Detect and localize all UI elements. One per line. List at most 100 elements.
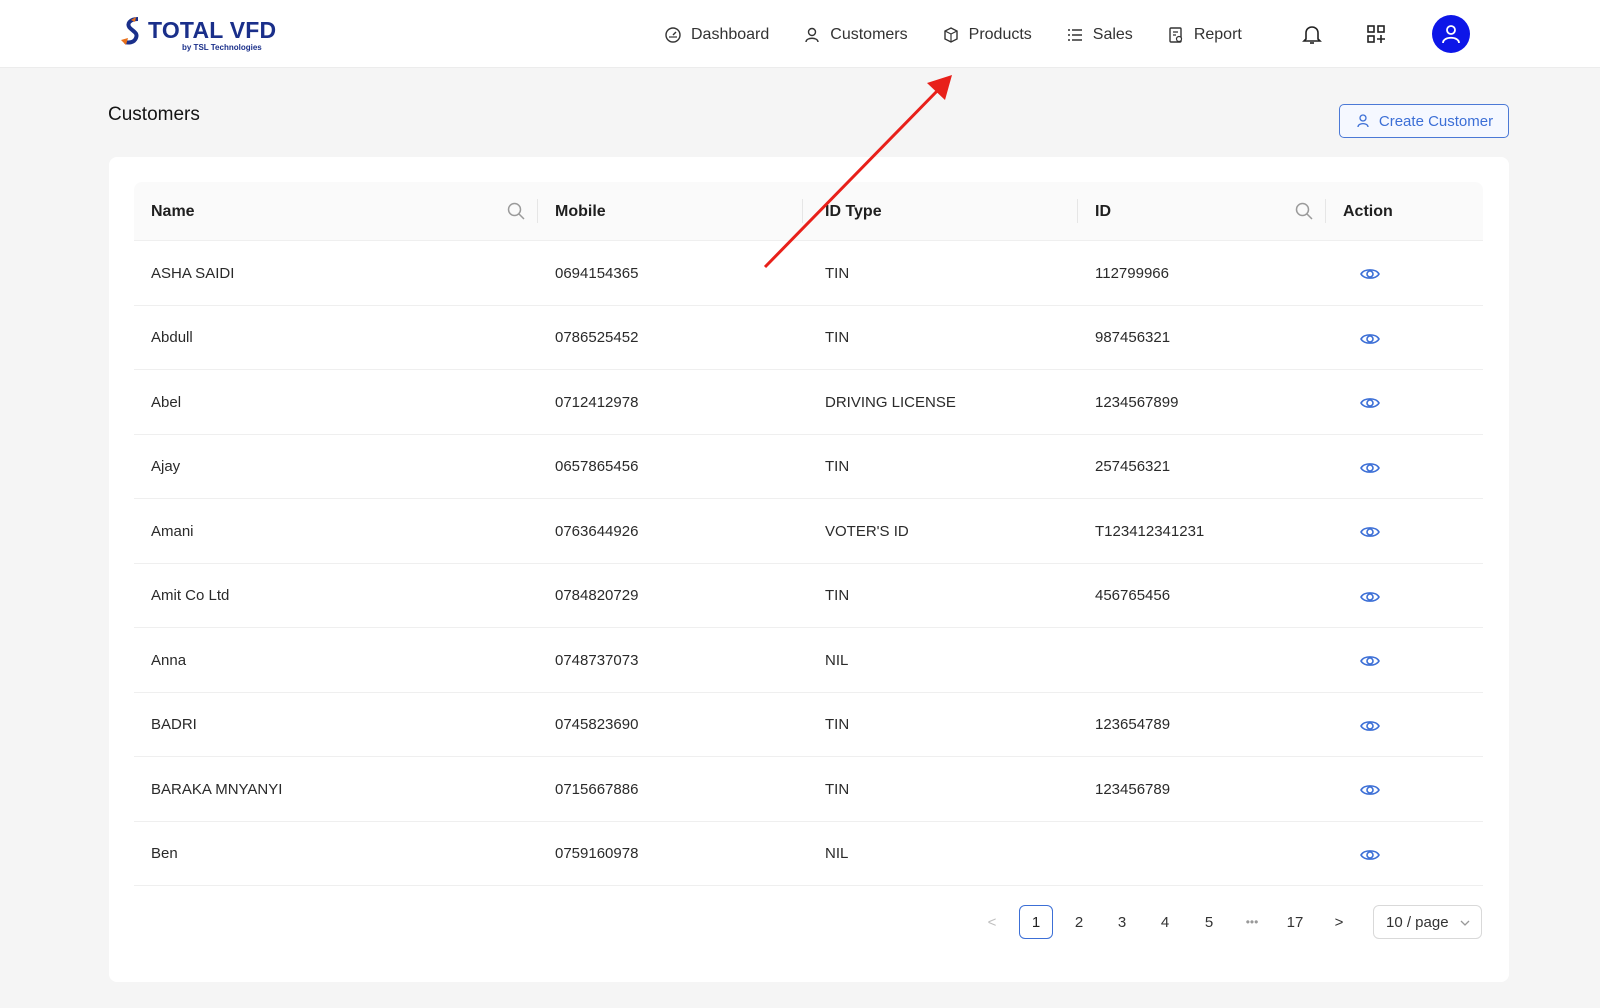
cell-name: Abel bbox=[151, 393, 182, 411]
cell-id-type: TIN bbox=[825, 264, 850, 282]
cell-name: BARAKA MNYANYI bbox=[151, 780, 283, 798]
table-row: Abdull 0786525452 TIN 987456321 bbox=[134, 306, 1483, 370]
cell-mobile: 0715667886 bbox=[555, 780, 639, 798]
cell-id-type: TIN bbox=[825, 780, 850, 798]
id-search-icon[interactable] bbox=[1294, 201, 1314, 221]
page-5[interactable]: 5 bbox=[1192, 905, 1226, 939]
eye-icon[interactable] bbox=[1359, 844, 1381, 866]
cell-name: Abdull bbox=[151, 329, 193, 346]
nav-dashboard[interactable]: Dashboard bbox=[664, 26, 769, 44]
report-icon bbox=[1167, 26, 1185, 44]
column-header-action: Action bbox=[1343, 202, 1393, 220]
table-row: Abel 0712412978 DRIVING LICENSE 12345678… bbox=[134, 370, 1483, 435]
table-row: Amani 0763644926 VOTER'S ID T12341234123… bbox=[134, 499, 1483, 564]
nav-report[interactable]: Report bbox=[1167, 26, 1242, 44]
page-1[interactable]: 1 bbox=[1019, 905, 1053, 939]
cell-id: 112799966 bbox=[1095, 264, 1169, 282]
chevron-down-icon bbox=[1459, 916, 1471, 928]
cell-id-type: TIN bbox=[825, 329, 850, 346]
cell-id-type: TIN bbox=[825, 587, 850, 604]
cell-name: ASHA SAIDI bbox=[151, 264, 235, 282]
eye-icon[interactable] bbox=[1359, 263, 1381, 285]
eye-icon[interactable] bbox=[1359, 521, 1381, 543]
cell-mobile: 0763644926 bbox=[555, 522, 639, 540]
cell-id: 987456321 bbox=[1095, 329, 1171, 346]
pagination-prev[interactable]: < bbox=[975, 905, 1009, 939]
eye-icon[interactable] bbox=[1359, 715, 1381, 737]
cell-mobile: 0712412978 bbox=[555, 393, 639, 411]
cell-id: 1234567899 bbox=[1095, 393, 1179, 411]
page-size-value: 10 / page bbox=[1386, 913, 1449, 931]
user-avatar[interactable] bbox=[1432, 15, 1470, 53]
cell-mobile: 0745823690 bbox=[555, 716, 639, 733]
bell-icon[interactable] bbox=[1300, 22, 1324, 46]
customers-table: Name Mobile ID Type ID Action ASHA SAIDI… bbox=[134, 182, 1483, 886]
column-header-name[interactable]: Name bbox=[151, 182, 195, 241]
cell-name: Amani bbox=[151, 522, 194, 540]
top-header: TOTAL VFD by TSL Technologies Dashboard … bbox=[0, 0, 1600, 68]
page-4[interactable]: 4 bbox=[1148, 905, 1182, 939]
cell-mobile: 0786525452 bbox=[555, 329, 639, 346]
page-size-select[interactable]: 10 / page bbox=[1373, 905, 1482, 939]
box-icon bbox=[942, 26, 960, 44]
column-divider bbox=[537, 199, 538, 223]
cell-name: Ajay bbox=[151, 458, 181, 475]
pagination-next[interactable]: > bbox=[1322, 905, 1356, 939]
eye-icon[interactable] bbox=[1359, 650, 1381, 672]
customers-card: Name Mobile ID Type ID Action ASHA SAIDI… bbox=[109, 157, 1509, 982]
table-row: ASHA SAIDI 0694154365 TIN 112799966 bbox=[134, 241, 1483, 306]
cell-id: 123654789 bbox=[1095, 716, 1171, 733]
table-row: Ben 0759160978 NIL bbox=[134, 822, 1483, 886]
pagination: < 1 2 3 4 5 ••• 17 > 10 / page bbox=[109, 905, 1483, 939]
page-3[interactable]: 3 bbox=[1105, 905, 1139, 939]
name-search-icon[interactable] bbox=[506, 201, 526, 221]
table-row: Amit Co Ltd 0784820729 TIN 456765456 bbox=[134, 564, 1483, 628]
eye-icon[interactable] bbox=[1359, 392, 1381, 414]
create-customer-button[interactable]: Create Customer bbox=[1339, 104, 1509, 138]
user-avatar-icon bbox=[1440, 23, 1462, 45]
main-nav: Dashboard Customers Products Sales Repor… bbox=[664, 22, 1276, 48]
page-title: Customers bbox=[108, 104, 200, 125]
cell-mobile: 0694154365 bbox=[555, 264, 639, 282]
logo-icon bbox=[120, 16, 146, 48]
page-17[interactable]: 17 bbox=[1278, 905, 1312, 939]
brand-logo[interactable]: TOTAL VFD by TSL Technologies bbox=[120, 14, 280, 54]
column-header-mobile[interactable]: Mobile bbox=[555, 182, 606, 241]
eye-icon[interactable] bbox=[1359, 586, 1381, 608]
list-icon bbox=[1066, 26, 1084, 44]
eye-icon[interactable] bbox=[1359, 779, 1381, 801]
brand-subtitle: by TSL Technologies bbox=[182, 43, 262, 52]
pagination-ellipsis[interactable]: ••• bbox=[1235, 905, 1269, 939]
cell-id-type: VOTER'S ID bbox=[825, 522, 909, 540]
nav-customers[interactable]: Customers bbox=[803, 26, 908, 44]
nav-customers-label: Customers bbox=[830, 26, 908, 43]
table-body: ASHA SAIDI 0694154365 TIN 112799966 Abdu… bbox=[134, 241, 1483, 886]
table-row: Anna 0748737073 NIL bbox=[134, 628, 1483, 693]
eye-icon[interactable] bbox=[1359, 328, 1381, 350]
nav-sales-label: Sales bbox=[1092, 26, 1133, 43]
table-row: Ajay 0657865456 TIN 257456321 bbox=[134, 435, 1483, 499]
cell-id: T123412341231 bbox=[1095, 522, 1205, 540]
column-divider bbox=[1077, 199, 1078, 223]
nav-dashboard-label: Dashboard bbox=[691, 26, 770, 43]
nav-sales[interactable]: Sales bbox=[1066, 26, 1133, 44]
nav-products[interactable]: Products bbox=[942, 26, 1032, 44]
cell-mobile: 0759160978 bbox=[555, 845, 639, 862]
column-header-id[interactable]: ID bbox=[1095, 182, 1111, 241]
cell-name: Anna bbox=[151, 651, 187, 669]
column-divider bbox=[1325, 199, 1326, 223]
cell-id-type: TIN bbox=[825, 458, 850, 475]
cell-name: BADRI bbox=[151, 716, 197, 733]
nav-report-label: Report bbox=[1193, 26, 1242, 43]
nav-products-label: Products bbox=[968, 26, 1032, 43]
column-header-id-type[interactable]: ID Type bbox=[825, 182, 882, 241]
eye-icon[interactable] bbox=[1359, 457, 1381, 479]
page-2[interactable]: 2 bbox=[1062, 905, 1096, 939]
cell-name: Ben bbox=[151, 845, 178, 862]
cell-id-type: TIN bbox=[825, 716, 850, 733]
cell-id: 456765456 bbox=[1095, 587, 1171, 604]
cell-name: Amit Co Ltd bbox=[151, 587, 230, 604]
create-customer-label: Create Customer bbox=[1378, 112, 1494, 130]
table-header: Name Mobile ID Type ID Action bbox=[134, 182, 1483, 241]
apps-icon[interactable] bbox=[1364, 22, 1388, 46]
